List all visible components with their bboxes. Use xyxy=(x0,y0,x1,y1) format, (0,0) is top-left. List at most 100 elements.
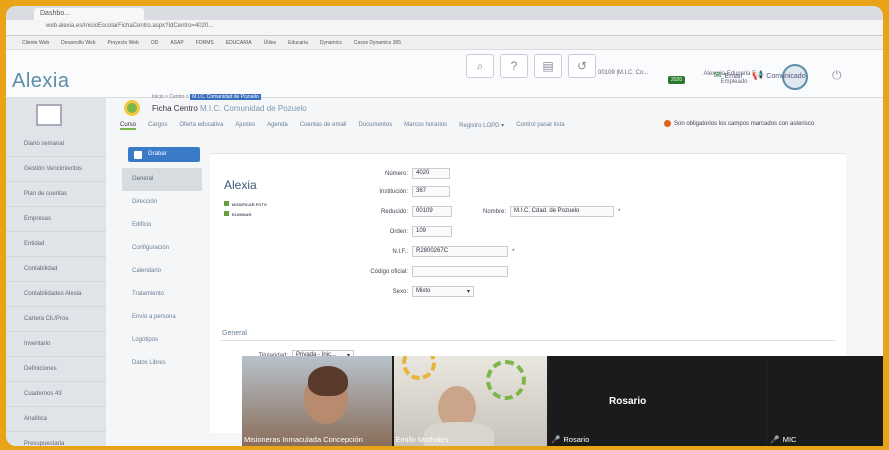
nombre-field[interactable]: M.I.C. Cdad. de Pozuelo xyxy=(510,206,614,217)
sidebar-item[interactable]: Analítica xyxy=(6,407,106,432)
participant-center-name: Rosario xyxy=(609,396,647,407)
modify-photo-link[interactable]: MODIFICAR FOTO xyxy=(224,200,267,210)
logout-icon[interactable]: ⏻ xyxy=(832,68,842,83)
subnav-item-datos-libres[interactable]: Datos Libres xyxy=(122,352,202,375)
tab-registro-lopd[interactable]: Registro LOPD ▾ xyxy=(459,122,504,130)
bookmark-item[interactable]: Dynamics xyxy=(320,40,342,46)
sidebar-item[interactable]: Plan de cuentas xyxy=(6,182,106,207)
bookmark-item[interactable]: Educaria xyxy=(288,40,308,46)
email-link[interactable]: ✉ Email xyxy=(714,70,742,81)
bookmark-item[interactable]: Proyecto Web xyxy=(108,40,139,46)
tab-documentos[interactable]: Documentos xyxy=(358,122,392,130)
browser-tabstrip: Dashbo... xyxy=(6,6,883,20)
video-call-strip: Misioneras Inmaculada Concepción Emilio … xyxy=(242,356,883,446)
required-asterisk: * xyxy=(512,248,515,255)
tab-marcos-horarios[interactable]: Marcos horarios xyxy=(404,122,447,130)
participant-name: Emilio Mothales xyxy=(395,435,449,444)
tab-cuentas-email[interactable]: Cuentas de email xyxy=(300,122,347,130)
subnav-item-configuracion[interactable]: Configuración xyxy=(122,237,202,260)
tab-ajustes[interactable]: Ajustes xyxy=(235,122,255,130)
sidebar-logo xyxy=(36,104,62,126)
sidebar-item[interactable]: Presupuestaria xyxy=(6,432,106,446)
tab-agenda[interactable]: Agenda xyxy=(267,122,288,130)
gear-decoration xyxy=(401,356,436,380)
bookmark-item[interactable]: ASAP xyxy=(170,40,183,46)
sidebar: Diario semanal Gestión Vencimientos Plan… xyxy=(6,98,106,446)
tab-curso[interactable]: Curso xyxy=(120,122,137,130)
subnav-item-envio[interactable]: Envío a persona xyxy=(122,306,202,329)
numero-field[interactable]: 4020 xyxy=(412,168,450,179)
photo-icon xyxy=(224,201,229,206)
bookmark-item[interactable]: OD xyxy=(151,40,159,46)
bookmark-item[interactable]: Casos Dynamics 365 xyxy=(354,40,401,46)
participant-tile[interactable]: Misioneras Inmaculada Concepción xyxy=(242,356,392,446)
section-nav: General Dirección Edificio Configuración… xyxy=(122,168,202,375)
nif-row: N.I.F.: R2800267C * xyxy=(340,246,514,257)
sidebar-item[interactable]: Contabilidades Alexia xyxy=(6,282,106,307)
chevron-down-icon: ▾ xyxy=(466,289,470,295)
centre-selector[interactable]: 00109 |M.I.C. Co... xyxy=(598,70,648,76)
breadcrumb-path[interactable]: Inicio > Centro > xyxy=(152,94,189,100)
breadcrumb-current: M.I.C. Comunidad de Pozuelo xyxy=(190,94,261,100)
subnav-item-general[interactable]: General xyxy=(122,168,202,191)
sexo-value: Mixto xyxy=(416,288,431,294)
bookmark-item[interactable]: Cliente Web xyxy=(22,40,49,46)
sidebar-item[interactable]: Inventario xyxy=(6,332,106,357)
sidebar-item[interactable]: Entidad xyxy=(6,232,106,257)
subnav-item-calendario[interactable]: Calendario xyxy=(122,260,202,283)
orden-field[interactable]: 109 xyxy=(412,226,452,237)
participant-name: Misioneras Inmaculada Concepción xyxy=(244,435,363,444)
tab-control-lista[interactable]: Control pasar lista xyxy=(516,122,564,130)
sidebar-item[interactable]: Contabilidad xyxy=(6,257,106,282)
megaphone-icon: 📢 xyxy=(752,70,764,80)
institucion-field[interactable]: 367 xyxy=(412,186,450,197)
participant-tile[interactable]: 🎤 MIC xyxy=(768,356,883,446)
sidebar-item[interactable]: Empresas xyxy=(6,207,106,232)
help-icon[interactable]: ? xyxy=(500,54,528,78)
toolbar-icons: ⌕ ? ▤ ↺ xyxy=(466,54,596,78)
sexo-row: Sexo: Mixto ▾ xyxy=(340,286,474,297)
subnav-item-tratamiento[interactable]: Tratamiento xyxy=(122,283,202,306)
bookmark-item[interactable]: Desarrollo Web xyxy=(61,40,95,46)
sidebar-item[interactable]: Cartera Cli./Prov. xyxy=(6,307,106,332)
institucion-row: Institución: 367 xyxy=(340,186,450,197)
history-icon[interactable]: ↺ xyxy=(568,54,596,78)
search-icon[interactable]: ⌕ xyxy=(466,54,494,78)
participant-tile[interactable]: Rosario 🎤 Rosario xyxy=(549,356,767,446)
subnav-item-direccion[interactable]: Dirección xyxy=(122,191,202,214)
nif-field[interactable]: R2800267C xyxy=(412,246,508,257)
sidebar-item[interactable]: Diario semanal xyxy=(6,132,106,157)
bookmark-item[interactable]: Útiles xyxy=(264,40,277,46)
page-subtitle: M.I.C. Comunidad de Pozuelo xyxy=(200,104,307,113)
bookmark-item[interactable]: FORMS xyxy=(196,40,214,46)
save-button[interactable]: Grabar xyxy=(128,147,200,162)
brand-logo[interactable]: Alexia xyxy=(12,70,69,93)
delete-icon xyxy=(224,211,229,216)
tab-oferta[interactable]: Oferta educativa xyxy=(179,122,223,130)
browser-tab[interactable]: Dashbo... xyxy=(34,8,144,20)
reducido-field[interactable]: 00109 xyxy=(412,206,452,217)
comunicado-link[interactable]: 📢 Comunicado xyxy=(752,70,806,81)
photo-actions: MODIFICAR FOTO ELIMINAR xyxy=(224,200,267,220)
bookmarks-bar: Cliente Web Desarrollo Web Proyecto Web … xyxy=(6,36,883,50)
participant-tile[interactable]: Emilio Mothales xyxy=(393,356,548,446)
subnav-item-logotipos[interactable]: Logotipos xyxy=(122,329,202,352)
message-actions: ✉ Email 📢 Comunicado xyxy=(714,70,806,81)
page-title: Ficha Centro M.I.C. Comunidad de Pozuelo xyxy=(152,104,307,113)
centre-logo: Alexia xyxy=(224,178,257,192)
subnav-item-edificio[interactable]: Edificio xyxy=(122,214,202,237)
sidebar-item[interactable]: Cuadernos 43 xyxy=(6,382,106,407)
numero-label: Número: xyxy=(384,170,408,177)
delete-photo-link[interactable]: ELIMINAR xyxy=(224,210,267,220)
save-button-label: Grabar xyxy=(148,151,167,157)
codigo-field[interactable] xyxy=(412,266,508,277)
address-bar[interactable]: web.alexia.es/InicioEscolarFichaCentro.a… xyxy=(6,20,883,36)
sexo-select[interactable]: Mixto ▾ xyxy=(412,286,474,297)
tab-bar: Curso Cargos Oferta educativa Ajustes Ag… xyxy=(120,122,565,130)
orden-label: Orden: xyxy=(389,228,408,235)
bookmark-item[interactable]: EDUCARIA xyxy=(226,40,252,46)
document-icon[interactable]: ▤ xyxy=(534,54,562,78)
sidebar-item[interactable]: Definiciones xyxy=(6,357,106,382)
tab-cargos[interactable]: Cargos xyxy=(148,122,167,130)
sidebar-item[interactable]: Gestión Vencimientos xyxy=(6,157,106,182)
